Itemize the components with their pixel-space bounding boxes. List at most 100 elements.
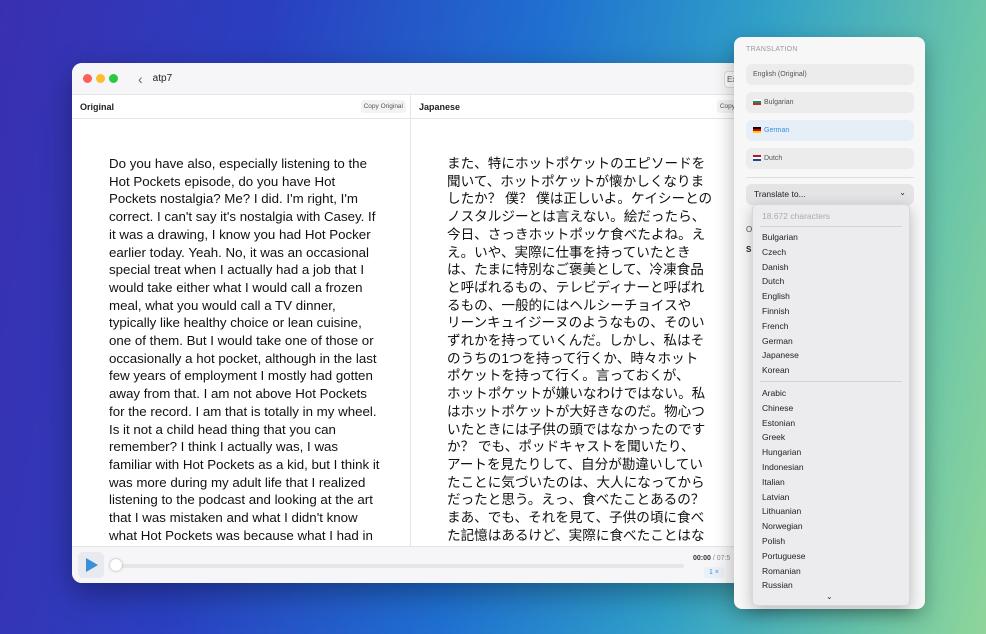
original-text: Do you have also, especially listening t… <box>72 119 410 547</box>
language-label: English (Original) <box>753 71 807 78</box>
text-line: one of them. But I would take one of tho… <box>109 333 374 349</box>
dropdown-option[interactable]: Indonesian <box>762 462 804 472</box>
divider <box>746 177 914 178</box>
seek-knob[interactable] <box>110 559 122 571</box>
text-line: correct. I can't say it's nostalgia with… <box>109 209 376 225</box>
language-label: Bulgarian <box>764 99 794 106</box>
text-line: ずれかを持っていくんだ。しかし、私はそ <box>447 333 705 349</box>
dropdown-option[interactable]: Finnish <box>762 306 789 316</box>
audio-player: 00:00 / 07:5 1 × <box>72 546 772 583</box>
text-line: ポケットを持って行く。言っておくが、 <box>447 368 690 384</box>
character-count: 18.672 characters <box>762 211 831 221</box>
seek-bar[interactable] <box>112 564 684 568</box>
text-line: remember? I think I actually was, I was <box>109 439 339 455</box>
text-line: for the record. I am that is totally in … <box>109 403 377 419</box>
back-chevron-icon[interactable]: ‹ <box>138 71 143 87</box>
text-line: what Hot Pockets was because what I had … <box>109 527 373 543</box>
text-line: was more during my adult life that I rea… <box>109 474 366 490</box>
dropdown-option[interactable]: Hungarian <box>762 447 801 457</box>
chevron-down-icon: ⌄ <box>899 188 906 197</box>
netherlands-flag-icon <box>753 155 761 161</box>
text-line: リーンキュイジーヌのようなもの、そのい <box>447 315 705 331</box>
copy-original-button[interactable]: Copy Original <box>360 100 406 113</box>
dropdown-option[interactable]: Dutch <box>762 276 784 286</box>
text-line: listening to the podcast and looking at … <box>109 492 373 508</box>
text-line: ノスタルジーとは言えない。絵だったら、 <box>447 209 706 225</box>
text-line: だったと思う。えっ、食べたことあるの？ <box>447 492 705 508</box>
text-line: た記憶はあるけど、実際に食べたことはな <box>447 527 705 543</box>
dropdown-option[interactable]: French <box>762 321 788 331</box>
text-line: that I was mistaken and what I didn't kn… <box>109 510 358 526</box>
text-line: いたときには子供の頭ではなかったのです <box>447 421 706 437</box>
text-line: familiar with Hot Pockets as a kid, but … <box>109 456 380 472</box>
dropdown-option[interactable]: Lithuanian <box>762 506 801 516</box>
text-line: meal, what you would call a TV dinner, <box>109 297 336 313</box>
dropdown-option[interactable]: Arabic <box>762 388 786 398</box>
bulgaria-flag-icon <box>753 99 761 105</box>
minimize-button[interactable] <box>96 74 105 83</box>
panel-title: TRANSLATION <box>746 46 798 53</box>
dropdown-option[interactable]: English <box>762 291 790 301</box>
text-line: また、特にホットポケットのエピソードを <box>447 156 706 171</box>
original-header: Original Copy Original <box>72 95 410 118</box>
text-line: few years of employment I mostly had got… <box>109 368 373 384</box>
time-readout: 00:00 / 07:5 <box>693 555 730 562</box>
hidden-setting-label: S <box>746 245 752 254</box>
language-label: German <box>764 127 790 134</box>
text-line: は、たまに特別なご褒美として、冷凍食品 <box>447 262 704 278</box>
divider <box>760 226 902 227</box>
language-english[interactable]: English (Original) <box>746 64 914 85</box>
dropdown-option[interactable]: Latvian <box>762 492 789 502</box>
text-line: earlier today. Yeah. No, it was an occas… <box>109 244 369 260</box>
dropdown-option[interactable]: Romanian <box>762 566 801 576</box>
text-line: まあ、でも、それを見て、子供の頃に食べ <box>447 510 705 526</box>
translation-header: Japanese Copy Translatio <box>410 95 772 118</box>
zoom-button[interactable] <box>109 74 118 83</box>
dropdown-option[interactable]: Portuguese <box>762 551 805 561</box>
translate-to-select[interactable]: Translate to... ⌄ <box>746 184 914 205</box>
dropdown-option[interactable]: Norwegian <box>762 521 803 531</box>
text-line: away from that. I am not above Hot Pocke… <box>109 386 367 402</box>
title-bar: ‹ atp7 Ex <box>72 63 772 95</box>
dropdown-option[interactable]: Italian <box>762 477 785 487</box>
close-button[interactable] <box>83 74 92 83</box>
language-dutch[interactable]: Dutch <box>746 148 914 169</box>
language-label: Dutch <box>764 155 783 162</box>
dropdown-option[interactable]: Japanese <box>762 350 799 360</box>
text-line: 聞いて、ホットポケットが懐かしくなりま <box>447 173 705 189</box>
dropdown-option[interactable]: Bulgarian <box>762 232 798 242</box>
germany-flag-icon <box>753 127 761 133</box>
text-line: と呼ばれるもの、テレビディナーと呼ばれ <box>447 279 705 295</box>
play-button[interactable] <box>78 552 104 578</box>
dropdown-option[interactable]: Polish <box>762 536 785 546</box>
dropdown-option[interactable]: Estonian <box>762 418 795 428</box>
dropdown-option[interactable]: Greek <box>762 432 785 442</box>
scroll-down-chevron-icon[interactable]: ⌄ <box>826 592 833 601</box>
text-line: occasionally a hot pocket, although in t… <box>109 350 377 366</box>
text-line: アートを見たりして、自分が勘違いしてい <box>447 456 703 472</box>
main-window: ‹ atp7 Ex Original Copy Original Japanes… <box>72 63 772 583</box>
text-line: special treat when I actually had a job … <box>109 262 365 278</box>
translate-to-label: Translate to... <box>754 189 806 199</box>
text-line: Is it not a child head thing that you ca… <box>109 421 336 437</box>
text-line: typically like healthy choice or lean cu… <box>109 315 362 331</box>
text-line: ホットポケットが嫌いなわけではない。私 <box>447 386 706 402</box>
translation-title: Japanese <box>419 101 461 112</box>
dropdown-option[interactable]: Russian <box>762 580 793 590</box>
dropdown-option[interactable]: German <box>762 336 793 346</box>
language-bulgarian[interactable]: Bulgarian <box>746 92 914 113</box>
language-german[interactable]: German <box>746 120 914 141</box>
text-line: would take either what I would call a fr… <box>109 279 363 295</box>
text-line: it was a drawing, I know you had Hot Poc… <box>109 226 371 242</box>
text-line: るもの、一般的にはヘルシーチョイスや <box>447 297 692 313</box>
text-line: か？ でも、ポッドキャストを聞いたり、 <box>447 439 695 455</box>
dropdown-option[interactable]: Danish <box>762 262 788 272</box>
dropdown-option[interactable]: Czech <box>762 247 786 257</box>
text-line: はホットポケットが大好きなのだ。物心つ <box>447 403 705 419</box>
dropdown-option[interactable]: Chinese <box>762 403 793 413</box>
text-line: 今日、さっきホットポッケ食べたよね。え <box>447 226 706 242</box>
dropdown-option[interactable]: Korean <box>762 365 789 375</box>
text-line: Hot Pockets episode, do you have Hot <box>109 173 336 189</box>
speed-button[interactable]: 1 × <box>704 567 724 578</box>
text-line: Pockets nostalgia? Me? I did. I'm right,… <box>109 191 358 207</box>
